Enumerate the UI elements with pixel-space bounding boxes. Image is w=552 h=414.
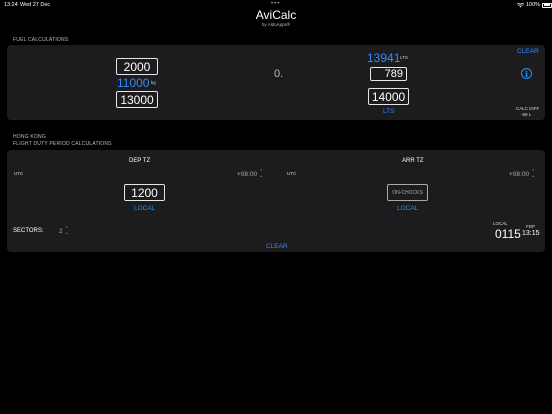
fdp-panel bbox=[7, 150, 545, 252]
fuel-left-top-field[interactable]: 2000 bbox=[116, 58, 158, 75]
dep-offset-selector[interactable]: +08:00 ⌃ ⌄ bbox=[237, 169, 264, 179]
sectors-value: 2 bbox=[59, 227, 63, 235]
app-title: AviCalc bbox=[255, 8, 297, 22]
sectors-stepper-icon: ⌃ ⌄ bbox=[64, 226, 69, 236]
fuel-kg-value: 11000 bbox=[117, 76, 150, 90]
result-local-label: LOCAL bbox=[493, 221, 508, 226]
result-fdp-label: FDP bbox=[526, 224, 535, 229]
arr-offset-value: +08:00 bbox=[509, 170, 530, 178]
calc-diff-label: CALC DIFF bbox=[516, 106, 540, 111]
fdp-location-label: HONG KONG bbox=[13, 134, 46, 140]
wifi-icon bbox=[517, 2, 524, 7]
fuel-left-bottom-field[interactable]: 13000 bbox=[116, 91, 158, 108]
app-subtitle: by AldoApps® bbox=[261, 22, 291, 27]
fuel-center-display: 0. bbox=[274, 68, 284, 80]
dep-offset-stepper-icon: ⌃ ⌄ bbox=[259, 169, 264, 179]
arr-local-label: LOCAL bbox=[397, 205, 419, 212]
fuel-right-unit-label: LTS bbox=[383, 108, 395, 115]
fuel-right-bottom-field[interactable]: 14000 bbox=[368, 88, 409, 105]
arr-tz-label: ARR TZ bbox=[402, 158, 424, 164]
dep-offset-value: +08:00 bbox=[237, 170, 258, 178]
sectors-selector[interactable]: 2 ⌃ ⌄ bbox=[59, 226, 69, 236]
fuel-right-mid-field[interactable]: 789 bbox=[370, 67, 407, 81]
arr-utc-label: UTC bbox=[287, 171, 297, 176]
fuel-clear-button[interactable]: CLEAR bbox=[517, 48, 539, 55]
battery-icon bbox=[542, 2, 552, 8]
dep-tz-label: DEP TZ bbox=[129, 158, 151, 164]
result-fdp-value: 13:15 bbox=[522, 230, 540, 237]
sectors-label: SECTORS: bbox=[13, 228, 44, 234]
fdp-section-label: FLIGHT DUTY PERIOD CALCULATIONS bbox=[13, 141, 112, 147]
arr-offset-stepper-icon: ⌃ ⌄ bbox=[531, 169, 536, 179]
fuel-lts-value: 13941 bbox=[367, 51, 401, 65]
dep-time-field[interactable]: 1200 bbox=[124, 184, 165, 201]
result-local-value: 0115 bbox=[495, 227, 521, 241]
arr-offset-selector[interactable]: +08:00 ⌃ ⌄ bbox=[509, 169, 536, 179]
fuel-panel bbox=[7, 45, 545, 120]
fdp-clear-button[interactable]: CLEAR bbox=[266, 243, 288, 250]
info-icon[interactable]: i bbox=[521, 68, 532, 79]
multitasking-dots-icon[interactable]: ••• bbox=[271, 1, 280, 7]
kg-unit-label: kg bbox=[151, 80, 156, 85]
fuel-section-label: FUEL CALCULATIONS bbox=[13, 37, 69, 43]
lts-unit-label: LTS bbox=[400, 55, 408, 60]
dep-local-label: LOCAL bbox=[134, 205, 156, 212]
on-chocks-button[interactable]: ON-CHOCKS bbox=[387, 184, 428, 201]
dep-utc-label: UTC bbox=[14, 171, 24, 176]
calc-diff-value: -59 L bbox=[521, 112, 532, 117]
